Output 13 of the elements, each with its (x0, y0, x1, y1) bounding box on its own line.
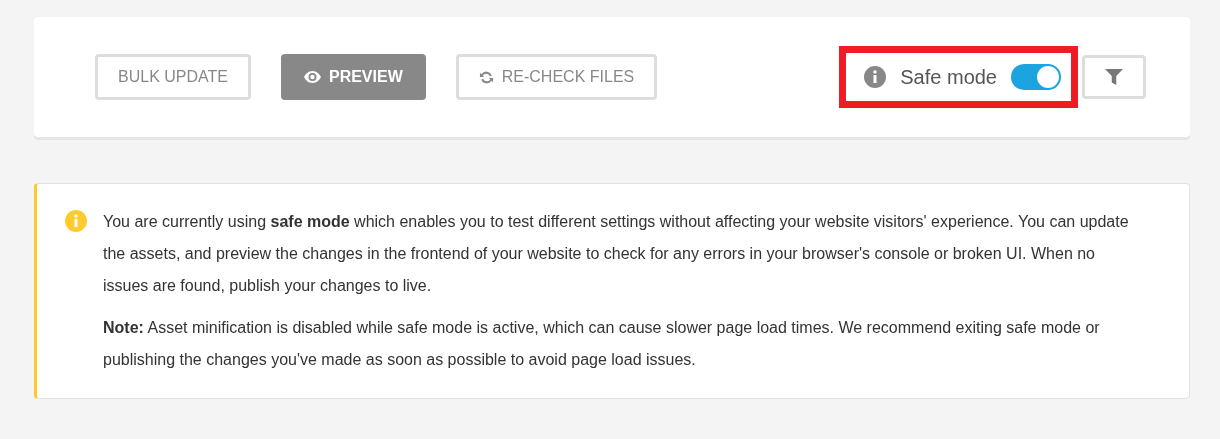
action-button[interactable]: PREVIEW (280, 54, 426, 100)
action-button[interactable]: BULK UPDATE (95, 54, 251, 100)
toggle-switch[interactable] (1011, 64, 1061, 90)
safe-mode-label: Safe mode (900, 65, 997, 89)
filter-icon (1105, 68, 1123, 86)
action-button[interactable]: RE-CHECK FILES (455, 54, 658, 100)
info-icon (864, 66, 887, 88)
filter-button[interactable] (1082, 55, 1146, 99)
notice-paragraph: You are currently using safe mode which enables you to test different settings without affecting your website visitors' experience. You can update the assets, and preview the changes in the frontend of your website to check for any errors in your browser's console or broken UI. When no issues are found, publish your changes to live. (103, 212, 1130, 296)
refresh-icon (478, 69, 494, 85)
info-icon (65, 210, 87, 232)
eye-icon (303, 71, 321, 83)
notice-paragraph: Note: Asset minification is disabled while safe mode is active, which can cause slower page load times. We recommend exiting safe mode or publishing the changes you've made as soon as possible to avoid page load issues. (103, 318, 1101, 370)
